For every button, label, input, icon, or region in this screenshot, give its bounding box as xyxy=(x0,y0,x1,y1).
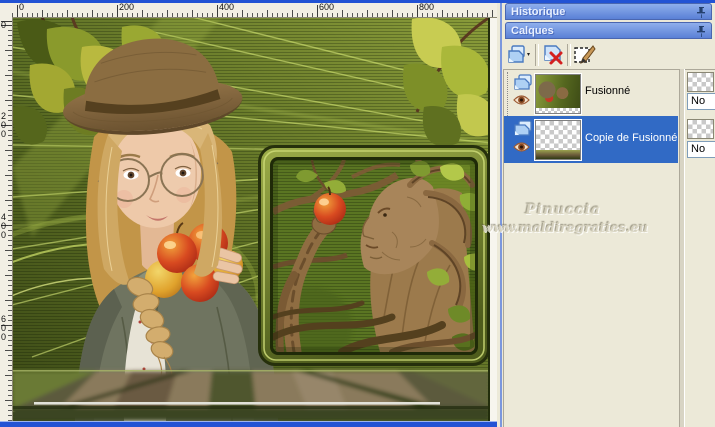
app-window: 0 200 400 600 800 0 200 400 600 Historiq… xyxy=(0,0,715,427)
ruler-label: 400 xyxy=(1,212,7,240)
canvas-artwork xyxy=(12,17,490,421)
ruler-label: 800 xyxy=(419,2,435,12)
pushpin-icon[interactable] xyxy=(697,7,706,18)
edit-selection-button[interactable] xyxy=(573,44,597,66)
layer-name[interactable]: Copie de Fusionné xyxy=(585,132,677,144)
ruler-label: 0 xyxy=(19,2,25,12)
toolbar-separator xyxy=(567,44,571,66)
ruler-label: 400 xyxy=(219,2,235,12)
ruler-label: 200 xyxy=(1,111,7,139)
window-bottom-edge xyxy=(0,421,497,427)
layer-opacity-swatch[interactable] xyxy=(687,119,714,139)
floor xyxy=(12,371,490,421)
pushpin-icon[interactable] xyxy=(697,26,706,37)
history-palette-title: Historique xyxy=(511,6,566,18)
visibility-eye-icon[interactable] xyxy=(513,94,530,106)
blend-mode-dropdown[interactable]: No xyxy=(687,93,715,110)
delete-layer-icon xyxy=(544,45,563,65)
ruler-label: 600 xyxy=(319,2,335,12)
layer-row-copie-de-fusionne[interactable]: Copie de Fusionné xyxy=(504,116,678,163)
layers-toolbar xyxy=(503,41,715,69)
delete-layer-button[interactable] xyxy=(541,44,565,66)
layer-opacity-swatch[interactable] xyxy=(687,72,714,92)
layer-name[interactable]: Fusionné xyxy=(585,85,630,97)
layer-row-fusionne[interactable]: Fusionné xyxy=(504,71,678,116)
new-layer-button[interactable] xyxy=(507,44,531,66)
layer-thumbnail[interactable] xyxy=(534,73,582,115)
vertical-ruler: 0 200 400 600 xyxy=(0,17,13,421)
ruler-label: 200 xyxy=(119,2,135,12)
image-canvas[interactable] xyxy=(12,17,490,421)
raster-layer-icon xyxy=(514,120,532,136)
ruler-label: 0 xyxy=(1,20,7,30)
history-palette-titlebar[interactable]: Historique xyxy=(505,3,712,20)
raster-layer-icon xyxy=(514,74,532,90)
horizontal-ruler: 0 200 400 600 800 xyxy=(12,3,497,18)
layers-palette-titlebar[interactable]: Calques xyxy=(505,22,712,39)
new-layer-icon xyxy=(508,45,530,63)
toolbar-separator xyxy=(535,44,539,66)
framed-inset xyxy=(258,145,490,366)
layer-thumbnail[interactable] xyxy=(534,119,582,161)
ruler-label: 600 xyxy=(1,314,7,342)
visibility-eye-icon[interactable] xyxy=(513,141,530,153)
palette-column-splitter[interactable] xyxy=(679,69,685,427)
layers-palette-title: Calques xyxy=(511,25,554,37)
blend-mode-dropdown[interactable]: No xyxy=(687,141,715,158)
palette-border xyxy=(500,3,502,427)
edit-selection-icon xyxy=(574,45,596,64)
